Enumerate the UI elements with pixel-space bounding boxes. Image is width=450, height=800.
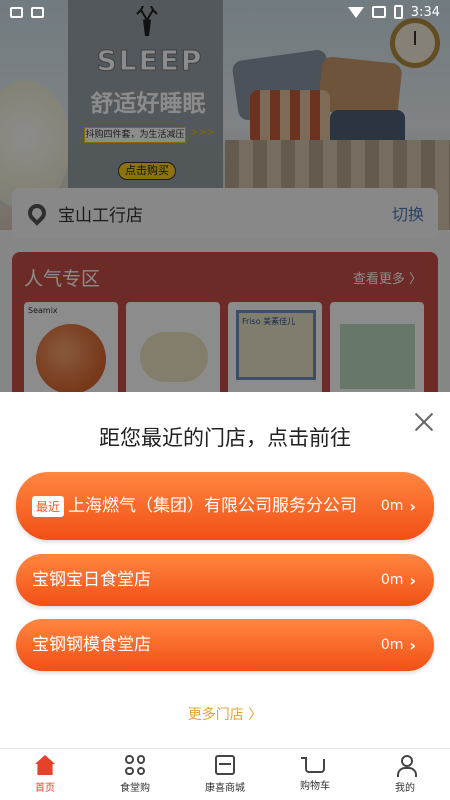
nearest-badge: 最近 bbox=[32, 495, 65, 517]
nav-label: 康喜商城 bbox=[205, 783, 245, 794]
more-stores-link[interactable]: 更多门店 〉 bbox=[0, 704, 450, 724]
store-option-nearest[interactable]: 最近 上海燃气（集团）有限公司服务分公司 0m › bbox=[16, 472, 434, 540]
store-option-distance: 0m bbox=[380, 637, 404, 653]
nav-label: 首页 bbox=[35, 783, 55, 794]
store-option-name: 宝钢钢模食堂店 bbox=[32, 635, 151, 655]
nav-label: 我的 bbox=[395, 783, 415, 794]
bottom-nav: 首页 食堂购 康喜商城 购物车 我的 bbox=[0, 748, 450, 800]
status-time: 3:34 bbox=[410, 4, 440, 20]
nearest-store-sheet: 距您最近的门店，点击前往 最近 上海燃气（集团）有限公司服务分公司 0m › 宝… bbox=[0, 392, 450, 748]
home-icon bbox=[35, 755, 55, 775]
status-left bbox=[10, 6, 44, 18]
modal-backdrop[interactable] bbox=[0, 0, 450, 392]
store-option[interactable]: 宝钢钢模食堂店 0m › bbox=[16, 619, 434, 671]
chevron-right-icon: › bbox=[409, 570, 416, 590]
store-option-name: 上海燃气（集团）有限公司服务分公司 bbox=[68, 496, 358, 516]
status-right: 3:34 bbox=[347, 4, 440, 20]
nav-item-mall[interactable]: 康喜商城 bbox=[180, 749, 270, 800]
status-bar: 3:34 bbox=[0, 0, 450, 24]
store-option-distance: 0m bbox=[380, 498, 404, 514]
wifi-icon bbox=[347, 6, 364, 18]
nav-item-cart[interactable]: 购物车 bbox=[270, 749, 360, 800]
nav-item-home[interactable]: 首页 bbox=[0, 749, 90, 800]
chevron-right-icon: › bbox=[409, 496, 416, 516]
nav-item-canteen[interactable]: 食堂购 bbox=[90, 749, 180, 800]
nav-label: 食堂购 bbox=[120, 783, 150, 794]
user-icon bbox=[395, 755, 417, 777]
gallery-notification-icon bbox=[10, 6, 23, 18]
nav-item-profile[interactable]: 我的 bbox=[360, 749, 450, 800]
cart-icon bbox=[301, 757, 325, 773]
battery-icon bbox=[393, 5, 403, 19]
store-option[interactable]: 宝钢宝日食堂店 0m › bbox=[16, 554, 434, 606]
chevron-right-icon: › bbox=[409, 635, 416, 655]
no-signal-icon bbox=[371, 6, 386, 18]
store-option-distance: 0m bbox=[380, 572, 404, 588]
store-icon bbox=[215, 755, 235, 775]
sheet-title: 距您最近的门店，点击前往 bbox=[99, 426, 351, 450]
grid-icon bbox=[125, 755, 145, 775]
store-option-name: 宝钢宝日食堂店 bbox=[32, 570, 151, 590]
image-notification-icon bbox=[31, 6, 44, 18]
nav-label: 购物车 bbox=[300, 781, 330, 792]
